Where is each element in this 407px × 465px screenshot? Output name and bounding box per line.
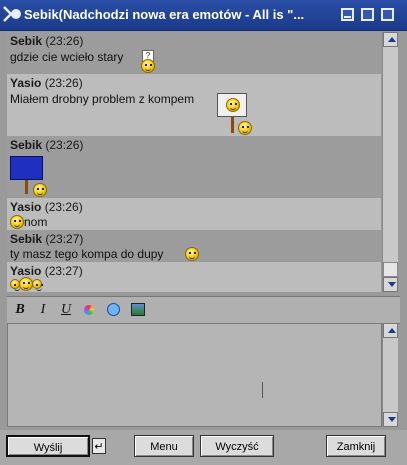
- chat-message: Sebik (23:26) gdzie cie wcieło stary ?: [7, 32, 381, 74]
- chat-message: Yasio (23:26) nom: [7, 198, 381, 230]
- message-nick: Sebik: [10, 232, 43, 246]
- emoticon-icon[interactable]: [105, 301, 123, 319]
- message-text: Miałem drobny problem z kompem: [10, 92, 195, 106]
- title-bar: Sebik(Nadchodzi nowa era emotów - All is…: [0, 0, 407, 31]
- chat-history: Sebik (23:26) gdzie cie wcieło stary ? Y…: [7, 32, 381, 292]
- sign-emoticon-icon: [217, 93, 247, 117]
- close-icon[interactable]: [381, 8, 394, 21]
- smiley-icon: [10, 215, 24, 229]
- italic-button[interactable]: I: [34, 301, 52, 319]
- color-palette-icon[interactable]: [80, 301, 98, 319]
- smiley-icon: [32, 279, 42, 291]
- chat-message: Sebik (23:27) ty masz tego kompa do dupy: [7, 230, 381, 262]
- scroll-up-icon[interactable]: [383, 32, 398, 47]
- image-icon[interactable]: [129, 301, 147, 319]
- smiley-icon: [33, 183, 47, 197]
- menu-button[interactable]: Menu: [134, 435, 194, 457]
- message-nick: Yasio: [10, 264, 42, 278]
- chat-scrollbar[interactable]: [382, 32, 398, 292]
- message-text: nom: [24, 215, 48, 229]
- input-scrollbar[interactable]: [382, 323, 398, 427]
- message-nick: Yasio: [10, 200, 42, 214]
- scrollbar-thumb[interactable]: [383, 262, 398, 277]
- message-text: ty masz tego kompa do dupy: [10, 247, 164, 261]
- scroll-up-icon[interactable]: [383, 323, 398, 338]
- smiley-icon: [19, 277, 33, 291]
- message-input[interactable]: [7, 323, 382, 427]
- message-time: (23:26): [44, 200, 83, 214]
- underline-button[interactable]: U: [57, 301, 75, 319]
- message-nick: Sebik: [10, 138, 43, 152]
- message-nick: Sebik: [10, 34, 43, 48]
- message-time: (23:27): [44, 264, 83, 278]
- smiley-icon: [141, 59, 155, 73]
- window-title: Sebik(Nadchodzi nowa era emotów - All is…: [24, 7, 305, 22]
- minimize-icon[interactable]: [341, 8, 354, 21]
- smiley-icon: [238, 121, 252, 135]
- message-time: (23:26): [44, 76, 83, 90]
- clear-button[interactable]: Wyczyść: [200, 435, 274, 457]
- message-time: (23:26): [45, 34, 84, 48]
- chat-message: Yasio (23:27): [7, 262, 381, 292]
- maximize-icon[interactable]: [361, 8, 374, 21]
- message-time: (23:26): [45, 138, 84, 152]
- text-cursor: [262, 382, 263, 398]
- format-toolbar: B I U: [7, 296, 400, 324]
- send-button[interactable]: Wyślij: [6, 435, 90, 457]
- message-time: (23:27): [45, 232, 84, 246]
- bold-button[interactable]: B: [11, 301, 29, 319]
- smiley-icon: [185, 247, 199, 261]
- message-text: gdzie cie wcieło stary: [10, 50, 124, 64]
- enter-key-icon[interactable]: ↵: [92, 438, 106, 454]
- chat-message: Sebik (23:26): [7, 136, 381, 198]
- chat-message: Yasio (23:26) Miałem drobny problem z ko…: [7, 74, 381, 136]
- close-button[interactable]: Zamknij: [326, 435, 386, 457]
- button-bar: Wyślij ↵ Menu Wyczyść Zamknij: [0, 430, 407, 465]
- scroll-down-icon[interactable]: [383, 277, 398, 292]
- scroll-down-icon[interactable]: [383, 412, 398, 427]
- message-nick: Yasio: [10, 76, 42, 90]
- window-app-icon: [3, 6, 21, 22]
- blue-sign-emoticon-icon: [10, 156, 43, 180]
